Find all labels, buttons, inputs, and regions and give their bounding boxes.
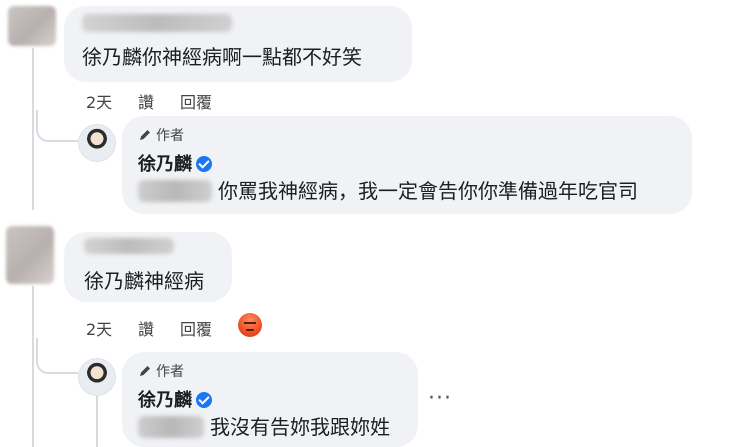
author-avatar-2[interactable] — [78, 358, 116, 396]
like-button-1[interactable]: 讚 — [138, 89, 154, 113]
pen-icon — [140, 130, 150, 140]
reply-bubble-1: 作者 徐乃麟 你罵我神經病，我一定會告你你準備過年吃官司 — [122, 116, 692, 214]
reply-text-2: 我沒有告妳我跟妳姓 — [210, 415, 390, 439]
angry-reaction-icon[interactable] — [238, 313, 262, 337]
commenter-avatar-1[interactable] — [8, 6, 56, 46]
author-name-text-2: 徐乃麟 — [138, 390, 192, 411]
verified-badge-icon — [196, 392, 212, 408]
thread-line-2 — [32, 286, 34, 447]
author-badge-label-2: 作者 — [156, 364, 184, 380]
author-badge-label-1: 作者 — [156, 128, 184, 144]
author-badge-1: 作者 — [138, 125, 184, 145]
reply-connector-2 — [36, 338, 78, 374]
author-badge-2: 作者 — [138, 361, 184, 381]
thread-line-1 — [32, 48, 34, 210]
author-name-2[interactable]: 徐乃麟 — [138, 386, 212, 412]
comment-time-2[interactable]: 2天 — [86, 316, 112, 340]
pen-icon — [140, 366, 150, 376]
reply-text-row-1: 你罵我神經病，我一定會告你你準備過年吃官司 — [138, 178, 638, 204]
author-thread-line — [96, 396, 98, 447]
author-avatar-1[interactable] — [78, 124, 116, 162]
author-name-1[interactable]: 徐乃麟 — [138, 150, 212, 176]
commenter-name-redacted-2[interactable] — [84, 238, 174, 254]
verified-badge-icon — [196, 156, 212, 172]
tagged-name-redacted-1[interactable] — [138, 180, 212, 202]
comment-text-1: 徐乃麟你神經病啊一點都不好笑 — [82, 45, 362, 69]
comment-bubble-2: 徐乃麟神經病 — [64, 232, 232, 302]
comment-time-1[interactable]: 2天 — [86, 89, 112, 113]
comment-bubble-1: 徐乃麟你神經病啊一點都不好笑 — [64, 6, 412, 82]
commenter-avatar-2[interactable] — [6, 226, 54, 284]
reply-connector-1 — [36, 110, 78, 142]
reply-bubble-2: 作者 徐乃麟 我沒有告妳我跟妳姓 — [122, 352, 418, 447]
like-button-2[interactable]: 讚 — [138, 316, 154, 340]
comment-text-2: 徐乃麟神經病 — [84, 269, 204, 293]
reply-button-1[interactable]: 回覆 — [180, 89, 212, 113]
reply-button-2[interactable]: 回覆 — [180, 316, 212, 340]
commenter-name-redacted-1[interactable] — [82, 14, 232, 32]
reply-text-1: 你罵我神經病，我一定會告你你準備過年吃官司 — [218, 179, 638, 203]
more-options-button[interactable]: ··· — [428, 386, 452, 411]
reply-text-row-2: 我沒有告妳我跟妳姓 — [138, 414, 390, 440]
author-name-text-1: 徐乃麟 — [138, 154, 192, 175]
tagged-name-redacted-2[interactable] — [138, 416, 204, 438]
